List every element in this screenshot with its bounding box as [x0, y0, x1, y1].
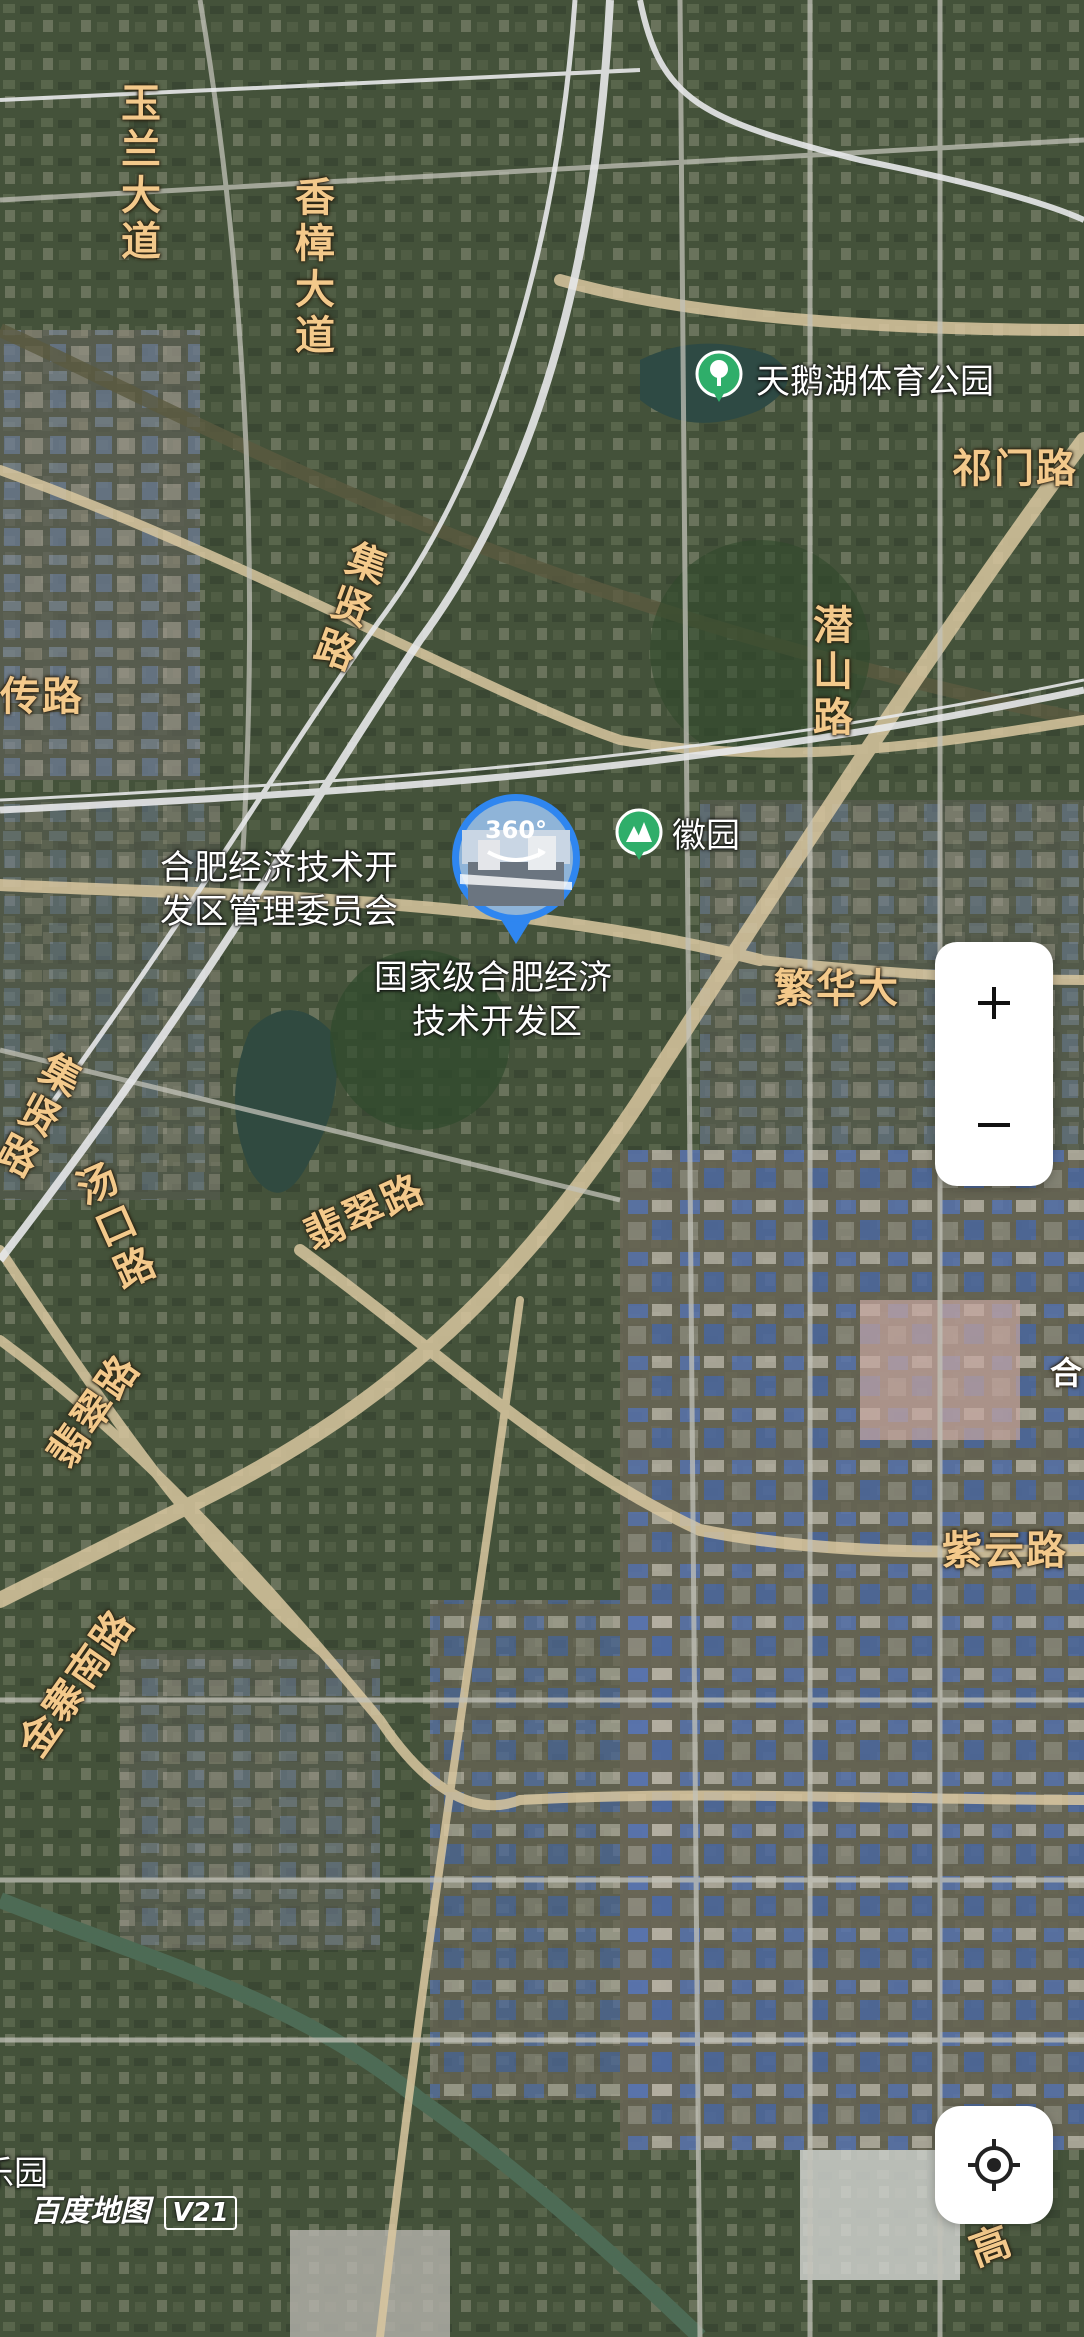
map-canvas[interactable]: 玉兰大道 香樟大道 集贤路 传路 祁门路 潜山路 繁华大 翡翠路 汤口路 翡翠路…: [0, 0, 1084, 2337]
panorama-360-pin[interactable]: 360°: [448, 790, 584, 950]
zoom-control-panel: [935, 942, 1053, 1186]
road-label-qianshan-lu: 潜山路: [806, 604, 852, 742]
poi-devzone-line1[interactable]: 国家级合肥经济: [374, 956, 612, 1000]
poi-huiyuan[interactable]: 徽园: [672, 814, 740, 858]
plus-icon: [978, 987, 1010, 1019]
map-provider-logo: 百度地图 V21: [30, 2186, 237, 2230]
locate-me-button[interactable]: [935, 2106, 1053, 2224]
logo-text: 百度地图: [30, 2194, 150, 2229]
poi-tiane-park[interactable]: 天鹅湖体育公园: [756, 360, 994, 404]
road-label-fanhua-da: 繁华大: [774, 966, 900, 1012]
scenic-pin-icon[interactable]: [612, 808, 666, 862]
poi-devzone-line2[interactable]: 技术开发区: [412, 1000, 582, 1044]
poi-committee-line1[interactable]: 合肥经济技术开: [160, 846, 398, 890]
logo-version: V21: [164, 2196, 237, 2230]
pano-badge-text: 360°: [485, 816, 547, 844]
road-label-ziyun-lu: 紫云路: [942, 1528, 1068, 1574]
road-label-qimen-lu: 祁门路: [952, 446, 1078, 492]
park-pin-icon[interactable]: [692, 350, 746, 404]
zoom-out-button[interactable]: [935, 1064, 1053, 1186]
road-label-he-edge: 合: [1050, 1354, 1084, 1392]
satellite-imagery: [0, 0, 1084, 2337]
road-label-yulan-dadao: 玉兰大道: [114, 82, 160, 266]
crosshair-location-icon: [968, 2139, 1020, 2191]
poi-committee-line2[interactable]: 发区管理委员会: [160, 890, 398, 934]
zoom-in-button[interactable]: [935, 942, 1053, 1064]
road-label-chuan-lu: 传路: [0, 674, 84, 720]
minus-icon: [978, 1123, 1010, 1127]
road-label-xiangzhang-dadao: 香樟大道: [288, 176, 334, 360]
